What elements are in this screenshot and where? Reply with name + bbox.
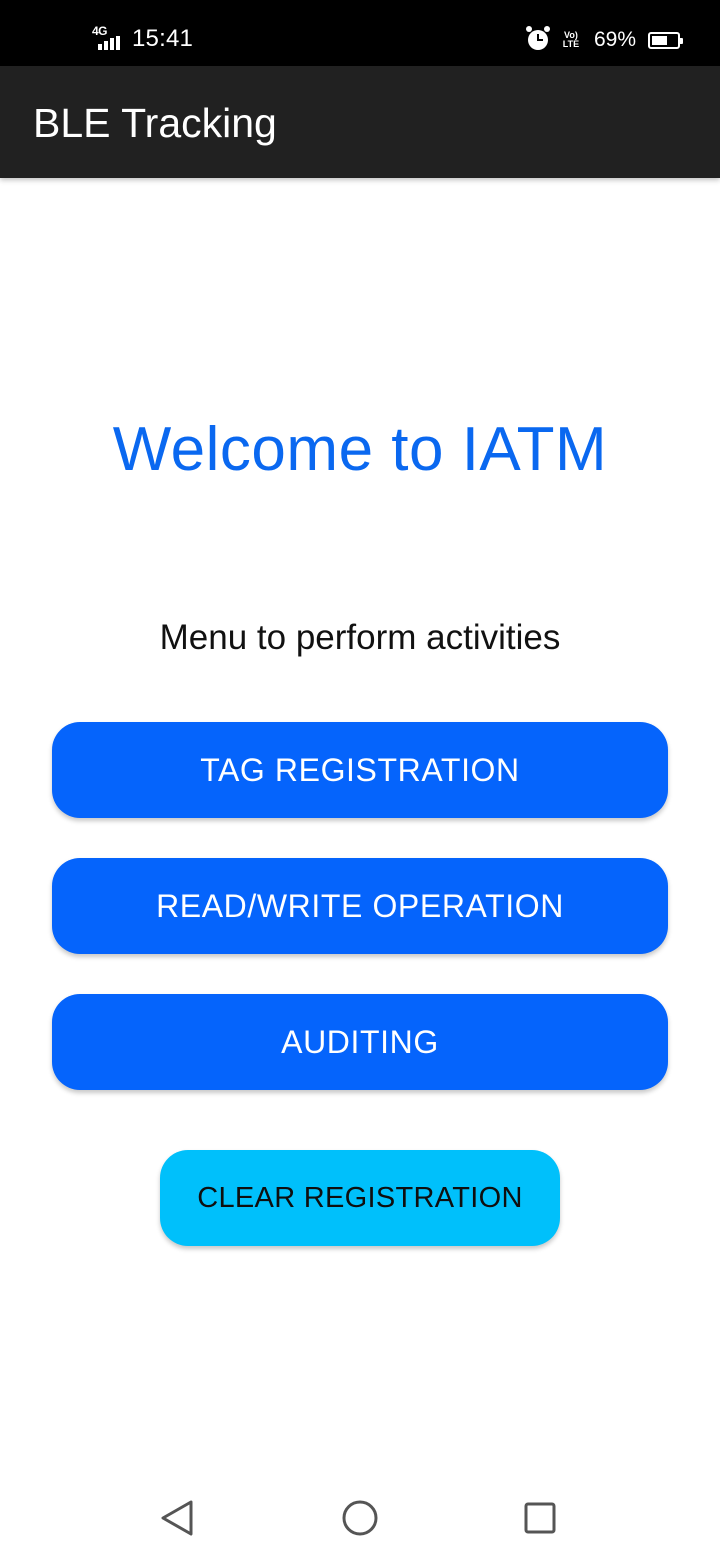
navigation-bar xyxy=(0,1478,720,1560)
battery-icon xyxy=(648,31,683,49)
status-left: 4G 15:41 xyxy=(92,22,193,56)
menu-subtitle: Menu to perform activities xyxy=(159,618,561,657)
recent-apps-icon[interactable] xyxy=(522,1500,558,1536)
read-write-operation-button[interactable]: READ/WRITE OPERATION xyxy=(52,858,668,954)
app-title: BLE Tracking xyxy=(33,100,277,146)
volte-icon: Vo) LTE xyxy=(562,30,580,49)
home-icon[interactable] xyxy=(341,1499,379,1537)
battery-percent: 69% xyxy=(593,28,636,51)
tag-registration-button[interactable]: TAG REGISTRATION xyxy=(52,722,668,818)
battery-fill xyxy=(652,35,668,45)
signal-bars xyxy=(98,36,120,50)
app-bar: BLE Tracking xyxy=(0,66,720,178)
back-icon[interactable] xyxy=(158,1498,198,1538)
welcome-heading: Welcome to IATM xyxy=(112,415,608,484)
auditing-button[interactable]: AUDITING xyxy=(52,994,668,1090)
signal-icon: 4G xyxy=(92,24,124,52)
clear-registration-button[interactable]: CLEAR REGISTRATION xyxy=(160,1150,560,1246)
clock: 15:41 xyxy=(132,25,194,52)
status-bar: 4G 15:41 Vo) LTE 69% xyxy=(0,0,720,66)
status-right: Vo) LTE 69% xyxy=(525,24,683,56)
alarm-icon xyxy=(525,26,550,50)
